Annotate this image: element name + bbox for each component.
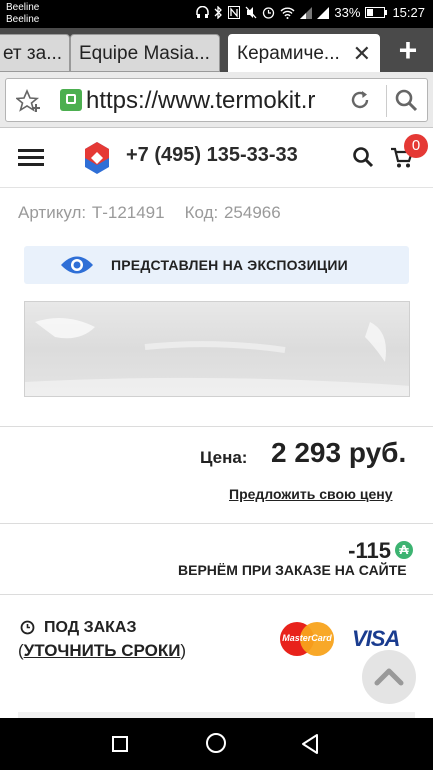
price-value: 2 293 руб. — [271, 437, 407, 468]
clock-icon — [20, 620, 35, 635]
divider-2 — [0, 523, 433, 524]
mastercard-logo: MasterCard — [280, 622, 334, 656]
tab-1-label: ет за... — [3, 43, 63, 64]
scroll-to-top-button[interactable] — [362, 650, 416, 704]
status-icons: 33% 15:27 — [196, 5, 425, 20]
carrier-2: Beeline — [6, 14, 40, 25]
exposition-label: ПРЕДСТАВЛЕН НА ЭКСПОЗИЦИИ — [111, 257, 348, 273]
bluetooth-icon — [214, 6, 223, 19]
search-icon[interactable] — [394, 88, 418, 112]
visa-logo: VISA — [352, 626, 400, 651]
chevron-up-icon — [374, 668, 404, 686]
url-divider — [386, 85, 387, 117]
new-tab-button[interactable]: + — [388, 34, 428, 66]
tab-bar: ет за... Equipe Masia... Керамиче... ✕ + — [0, 28, 433, 72]
secure-lock-icon — [60, 89, 82, 111]
tile-gloss — [25, 318, 409, 396]
product-image[interactable] — [24, 301, 410, 397]
signal-icon-1 — [300, 6, 313, 19]
battery-icon — [365, 7, 388, 18]
mastercard-label: MasterCard — [282, 633, 332, 643]
bonus-coin-icon: ₳ — [395, 541, 413, 559]
bonus-value: -115 — [348, 538, 391, 563]
site-search-icon[interactable] — [352, 146, 374, 168]
eye-icon — [61, 256, 93, 274]
offer-price-link[interactable]: Предложить свою цену — [229, 486, 393, 502]
clarify-terms-link[interactable]: УТОЧНИТЬ СРОКИ — [24, 641, 181, 660]
menu-icon[interactable] — [18, 149, 44, 167]
phone-number[interactable]: +7 (495) 135-33-33 — [126, 144, 298, 167]
exposition-banner: ПРЕДСТАВЛЕН НА ЭКСПОЗИЦИИ — [24, 246, 409, 284]
paren-close: ) — [180, 641, 187, 660]
product-code: Код: 254966 — [184, 203, 281, 222]
site-header: +7 (495) 135-33-33 0 — [0, 128, 433, 188]
carrier-1: Beeline — [6, 2, 40, 13]
tab-2-label: Equipe Masia... — [79, 43, 210, 64]
back-triangle-icon[interactable] — [300, 733, 320, 755]
nfc-icon — [228, 6, 241, 19]
headphones-icon — [196, 6, 210, 18]
close-tab-icon[interactable]: ✕ — [353, 35, 371, 71]
clock-time: 15:27 — [392, 5, 425, 20]
url-box[interactable]: https://www.termokit.r — [5, 78, 428, 122]
mute-icon — [245, 6, 257, 19]
availability-title: ПОД ЗАКАЗ — [44, 619, 137, 636]
url-text[interactable]: https://www.termokit.r — [86, 86, 348, 116]
address-bar: https://www.termokit.r — [0, 72, 433, 128]
status-bar: Beeline Beeline 33% 15:27 — [0, 0, 433, 28]
divider-1 — [0, 426, 433, 427]
alarm-icon — [263, 7, 275, 19]
overview-square-icon[interactable] — [112, 736, 128, 752]
product-sku: Артикул: Т-121491 Код: 254966 — [18, 203, 281, 223]
tab-1[interactable]: ет за... — [0, 34, 70, 72]
availability-line: (УТОЧНИТЬ СРОКИ) — [18, 641, 186, 661]
tab-2[interactable]: Equipe Masia... — [70, 34, 220, 72]
bonus-text: ВЕРНЁМ ПРИ ЗАКАЗЕ НА САЙТЕ — [178, 562, 407, 578]
divider-3 — [0, 594, 433, 595]
cart-count-badge[interactable]: 0 — [404, 134, 428, 158]
reload-icon[interactable] — [348, 88, 372, 112]
wifi-icon — [280, 7, 295, 19]
price-label: Цена: — [200, 448, 248, 467]
tab-active-label: Керамиче... — [237, 43, 340, 64]
bookmark-star-icon[interactable] — [16, 89, 42, 113]
battery-percent: 33% — [334, 5, 361, 20]
article-number: Артикул: Т-121491 — [18, 203, 165, 222]
signal-icon-2 — [317, 6, 330, 19]
tab-active[interactable]: Керамиче... ✕ — [228, 34, 380, 72]
system-nav-bar — [0, 718, 433, 770]
site-logo[interactable] — [84, 141, 110, 175]
home-circle-icon[interactable] — [206, 733, 226, 753]
